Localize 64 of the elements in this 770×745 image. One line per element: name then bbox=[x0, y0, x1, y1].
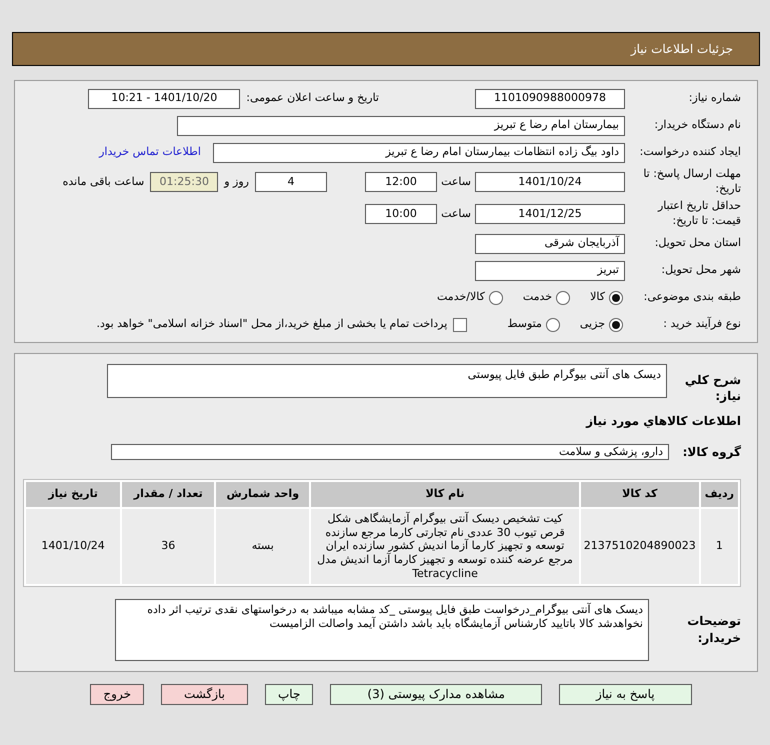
action-button[interactable]: چاپ bbox=[265, 684, 314, 705]
remaining-time-field[interactable]: 01:25:30 bbox=[150, 172, 218, 192]
requester-field[interactable]: داود بیگ زاده انتظامات بیمارستان امام رضا ع تبریز bbox=[213, 142, 625, 162]
field-label: شماره نیاز: bbox=[688, 91, 741, 106]
page-title: جزئیات اطلاعات نیاز bbox=[630, 41, 733, 58]
radio-button[interactable] bbox=[556, 290, 570, 304]
need-number-field[interactable]: 1101090988000978 bbox=[475, 88, 625, 108]
action-button[interactable]: بازگشت bbox=[161, 684, 248, 705]
field-label: شرح کلي نياز: bbox=[684, 372, 741, 404]
contact-link[interactable]: اطلاعات تماس خریدار bbox=[99, 144, 201, 161]
summary-field[interactable]: دیسک های آنتی بیوگرام طبق فایل پیوستی bbox=[107, 364, 667, 398]
field-label: ساعت باقی مانده bbox=[62, 174, 144, 190]
option-label: خدمت bbox=[522, 289, 552, 306]
days-field[interactable]: 4 bbox=[255, 172, 327, 192]
table-cell: بسته bbox=[216, 508, 310, 584]
field-label: نام دستگاه خریدار: bbox=[653, 118, 741, 133]
column-header: تاریخ نیاز bbox=[26, 482, 120, 507]
goods-group-field[interactable]: دارو، پزشکی و سلامت bbox=[111, 444, 669, 460]
time-field[interactable]: 12:00 bbox=[365, 172, 437, 192]
field-label: ساعت bbox=[441, 174, 471, 190]
field-label: ایجاد کننده درخواست: bbox=[638, 145, 741, 160]
option-label: متوسط bbox=[507, 316, 542, 332]
field-label: مهلت ارسال پاسخ: تا تاریخ: bbox=[642, 167, 741, 197]
checkbox-label: پرداخت تمام یا بخشی از مبلغ خرید،از محل "اسناد خزانه اسلامی" خواهد بود. bbox=[96, 316, 448, 332]
field-label: گروه کالا: bbox=[682, 444, 741, 460]
action-button[interactable]: مشاهده مدارک پیوستی (3) bbox=[330, 684, 542, 705]
field-label: حداقل تاریخ اعتبار قیمت: تا تاریخ: bbox=[656, 199, 741, 229]
checkbox[interactable] bbox=[453, 318, 468, 332]
radio-button[interactable] bbox=[609, 290, 623, 304]
option-label: کالا/خدمت bbox=[437, 289, 485, 306]
column-header: کد کالا bbox=[580, 482, 699, 507]
radio-button[interactable] bbox=[609, 318, 623, 332]
notes-field[interactable]: دیسک های آنتی بیوگرام_درخواست طبق فایل پیوستی _کد مشابه میباشد به درخواستهای نقدی ترتیب اثر داده نخواهدشد کالا باتایید کارشناس آزمایشگاه باید باشد داشتن آیمد واصالت الزامیست bbox=[115, 598, 649, 661]
column-header: ردیف bbox=[700, 482, 738, 507]
radio-button[interactable] bbox=[546, 318, 560, 332]
table-cell: 1 bbox=[700, 508, 738, 584]
date-field[interactable]: 1401/10/24 bbox=[475, 172, 625, 192]
province-field[interactable]: آذربایجان شرقی bbox=[475, 234, 625, 254]
column-header: تعداد / مقدار bbox=[122, 482, 214, 507]
time-field[interactable]: 10:00 bbox=[365, 204, 437, 224]
table-cell: 2137510204890023 bbox=[580, 508, 699, 584]
field-label: استان محل تحویل: bbox=[654, 236, 741, 251]
field-label: نوع فرآیند خرید : bbox=[662, 317, 741, 332]
section-heading: اطلاعات کالاهاي مورد نياز bbox=[586, 413, 741, 430]
field-label: تاریخ و ساعت اعلان عمومی: bbox=[246, 90, 379, 106]
field-label: شهر محل تحویل: bbox=[660, 263, 741, 278]
field-label: طبقه بندی موضوعی: bbox=[642, 290, 741, 305]
table-cell: کیت تشخیص دیسک آنتی بیوگرام آزمایشگاهی شکل قرص تیوب 30 عددی نام تجارتی کارما مرجع سازنده توسعه و تجهیز کارما آزما اندیش کشور سازنده ایران مرجع عرضه کننده توسعه و تجهیز کارما آزما اندیش مدل Tetracycline bbox=[311, 508, 579, 584]
field-label: ساعت bbox=[441, 206, 471, 222]
date-field[interactable]: 1401/12/25 bbox=[475, 204, 625, 224]
option-label: جزیی bbox=[580, 316, 605, 332]
table-cell: 1401/10/24 bbox=[26, 508, 120, 584]
option-label: کالا bbox=[590, 289, 605, 306]
field-label: توضیحات خریدار: bbox=[686, 613, 741, 646]
city-field[interactable]: تبریز bbox=[475, 260, 625, 280]
column-header: نام کالا bbox=[311, 482, 579, 507]
table-cell: 36 bbox=[122, 508, 214, 584]
action-button[interactable]: خروج bbox=[90, 684, 144, 705]
field-label: روز و bbox=[224, 174, 249, 190]
column-header: واحد شمارش bbox=[216, 482, 310, 507]
buyer-name-field[interactable]: بیمارستان امام رضا ع تبریز bbox=[177, 116, 625, 136]
radio-button[interactable] bbox=[488, 290, 503, 304]
date-field[interactable]: 1401/10/20 - 10:21 bbox=[88, 88, 240, 108]
action-button[interactable]: پاسخ به نیاز bbox=[558, 684, 692, 705]
